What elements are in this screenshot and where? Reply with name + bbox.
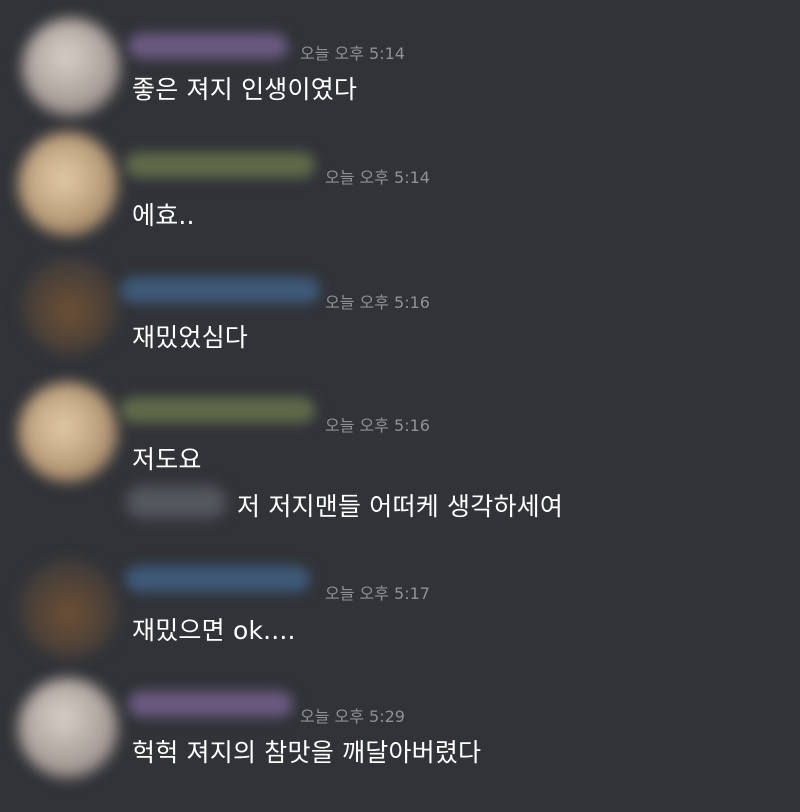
avatar[interactable] <box>20 560 118 658</box>
message-text: 헉헉 져지의 참맛을 깨달아버렸다 <box>132 738 482 767</box>
message-text: 저도요 <box>132 445 202 474</box>
message-text: 저 저지맨들 어떠케 생각하세여 <box>237 492 564 521</box>
message-timestamp: 오늘 오후 5:29 <box>300 707 405 726</box>
message-text: 재밌으면 ok.... <box>132 616 296 645</box>
message-timestamp: 오늘 오후 5:17 <box>325 584 430 603</box>
username-blurred[interactable] <box>128 33 288 59</box>
avatar[interactable] <box>18 678 118 778</box>
message-text: 재밌었심다 <box>132 323 249 352</box>
message-timestamp: 오늘 오후 5:14 <box>300 44 405 63</box>
username-blurred[interactable] <box>120 397 315 423</box>
avatar[interactable] <box>18 382 118 482</box>
avatar[interactable] <box>22 258 118 354</box>
username-blurred[interactable] <box>120 277 320 303</box>
username-blurred[interactable] <box>125 566 310 592</box>
username-blurred[interactable] <box>125 152 315 178</box>
message-text: 에효.. <box>132 201 195 230</box>
message-timestamp: 오늘 오후 5:16 <box>325 293 430 312</box>
message-text: 좋은 져지 인생이였다 <box>132 75 358 104</box>
message-timestamp: 오늘 오후 5:14 <box>325 168 430 187</box>
mention-blurred[interactable] <box>126 486 226 518</box>
avatar[interactable] <box>18 132 118 236</box>
avatar[interactable] <box>22 18 120 116</box>
message-timestamp: 오늘 오후 5:16 <box>325 416 430 435</box>
username-blurred[interactable] <box>128 691 293 717</box>
